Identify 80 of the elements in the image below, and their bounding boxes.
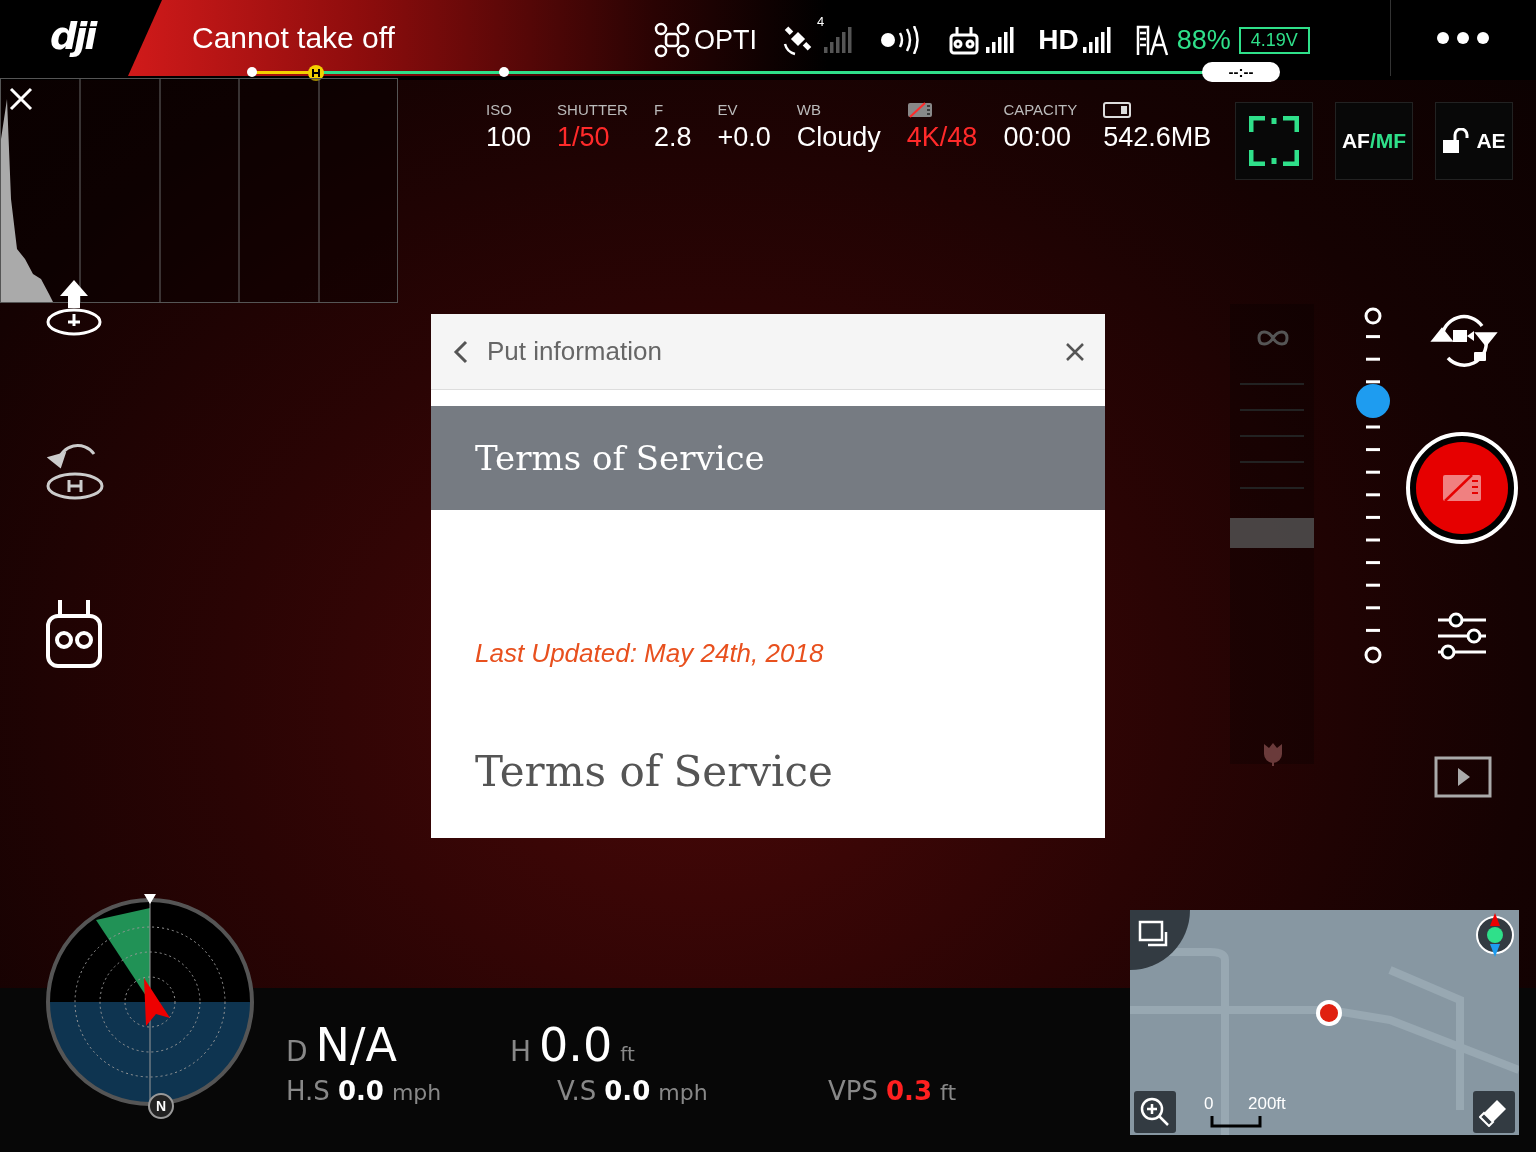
telemetry-unit: ft bbox=[620, 1042, 635, 1066]
telemetry-unit: mph bbox=[658, 1080, 708, 1105]
settings-sliders-icon[interactable] bbox=[1436, 610, 1488, 662]
progress-dot bbox=[499, 67, 509, 77]
setting-label: SHUTTER bbox=[557, 100, 628, 120]
satellite-count: 4 bbox=[817, 14, 825, 29]
unlocked-padlock-icon bbox=[1442, 128, 1471, 154]
scale-start: 0 bbox=[1204, 1094, 1214, 1114]
setting-value[interactable]: 4K/48 bbox=[906, 120, 978, 154]
sd-card-missing-icon bbox=[906, 102, 933, 118]
telemetry-value: N/A bbox=[315, 1018, 397, 1072]
infinity-icon bbox=[1256, 330, 1290, 346]
zoom-slider[interactable] bbox=[1358, 306, 1388, 666]
telemetry-label: D bbox=[286, 1035, 308, 1068]
sd-card-missing-icon bbox=[1442, 474, 1482, 502]
focus-frame-button[interactable] bbox=[1235, 102, 1313, 180]
playback-icon[interactable] bbox=[1434, 756, 1492, 798]
telemetry-label: H.S bbox=[286, 1076, 330, 1106]
telemetry-label: VPS bbox=[828, 1076, 878, 1106]
setting-label: F bbox=[653, 100, 665, 120]
setting-label: WB bbox=[796, 100, 822, 120]
signal-bars-icon bbox=[986, 27, 1017, 53]
signal-bars-icon bbox=[1082, 27, 1113, 53]
storage-icon bbox=[1103, 102, 1132, 118]
battery-icon bbox=[1134, 23, 1169, 57]
eraser-icon bbox=[1479, 1097, 1509, 1127]
telemetry-label: H bbox=[510, 1035, 532, 1068]
last-updated-date: Last Updated: May 24th, 2018 bbox=[475, 638, 825, 669]
telemetry-value: 0.0 bbox=[604, 1076, 651, 1106]
compass-icon[interactable] bbox=[1474, 912, 1516, 958]
battery-voltage: 4.19V bbox=[1238, 26, 1310, 54]
flight-mode[interactable]: OPTI bbox=[694, 24, 757, 56]
battery-percent: 88% bbox=[1176, 24, 1231, 56]
hd-label: HD bbox=[1038, 24, 1079, 56]
setting-label: ISO bbox=[486, 100, 513, 120]
close-icon[interactable] bbox=[1065, 341, 1085, 362]
telemetry-value: 0.0 bbox=[539, 1018, 613, 1072]
dialog-title: Put information bbox=[487, 336, 663, 367]
back-icon[interactable] bbox=[453, 339, 469, 364]
drone-icon bbox=[654, 22, 690, 58]
flight-time: --:-- bbox=[1202, 62, 1280, 82]
scale-bar bbox=[1210, 1116, 1262, 1128]
tulip-icon bbox=[1262, 742, 1284, 766]
setting-label: CAPACITY bbox=[1003, 100, 1078, 120]
zoom-in-button[interactable] bbox=[1134, 1091, 1176, 1133]
clear-path-button[interactable] bbox=[1473, 1091, 1515, 1133]
map-layers-button[interactable] bbox=[1130, 910, 1190, 970]
telemetry-value: 0.0 bbox=[337, 1076, 384, 1106]
scale-end: 200ft bbox=[1248, 1094, 1286, 1114]
setting-value[interactable]: Cloudy bbox=[796, 120, 881, 154]
setting-value[interactable]: 100 bbox=[486, 120, 532, 154]
slider-end-icon bbox=[1364, 307, 1382, 325]
remote-controller-icon bbox=[948, 25, 981, 55]
setting-value[interactable]: 2.8 bbox=[653, 120, 692, 154]
page-heading: Terms of Service bbox=[475, 747, 834, 796]
setting-value[interactable]: +0.0 bbox=[717, 120, 771, 154]
progress-dot bbox=[247, 67, 257, 77]
aircraft-position-marker bbox=[1315, 999, 1343, 1027]
zoom-in-icon bbox=[1140, 1097, 1170, 1127]
focus-frame-icon bbox=[1249, 116, 1299, 166]
telemetry-unit: mph bbox=[391, 1080, 442, 1105]
af-mf-button[interactable]: AF/MF bbox=[1335, 102, 1413, 180]
setting-value[interactable]: 00:00 bbox=[1003, 120, 1078, 154]
setting-label: EV bbox=[717, 100, 739, 120]
logo: dji bbox=[50, 14, 95, 58]
focus-slider-panel[interactable] bbox=[1230, 304, 1314, 764]
status-message[interactable]: Cannot take off bbox=[192, 20, 395, 56]
banner-title: Terms of Service bbox=[475, 438, 765, 478]
telemetry-value: 0.3 bbox=[885, 1076, 933, 1106]
ae-lock-button[interactable]: AE bbox=[1435, 102, 1513, 180]
signal-bars-icon bbox=[824, 27, 855, 53]
remote-controller-icon[interactable] bbox=[44, 598, 104, 670]
takeoff-icon[interactable] bbox=[44, 278, 104, 338]
more-icon[interactable] bbox=[1436, 31, 1490, 45]
setting-value[interactable]: 542.6MB bbox=[1103, 120, 1212, 154]
slider-end-icon bbox=[1364, 646, 1382, 664]
telemetry-label: V.S bbox=[557, 1076, 597, 1106]
focus-position-marker[interactable] bbox=[1230, 518, 1314, 548]
setting-value[interactable]: 1/50 bbox=[557, 120, 628, 154]
telemetry-unit: ft bbox=[940, 1080, 956, 1105]
